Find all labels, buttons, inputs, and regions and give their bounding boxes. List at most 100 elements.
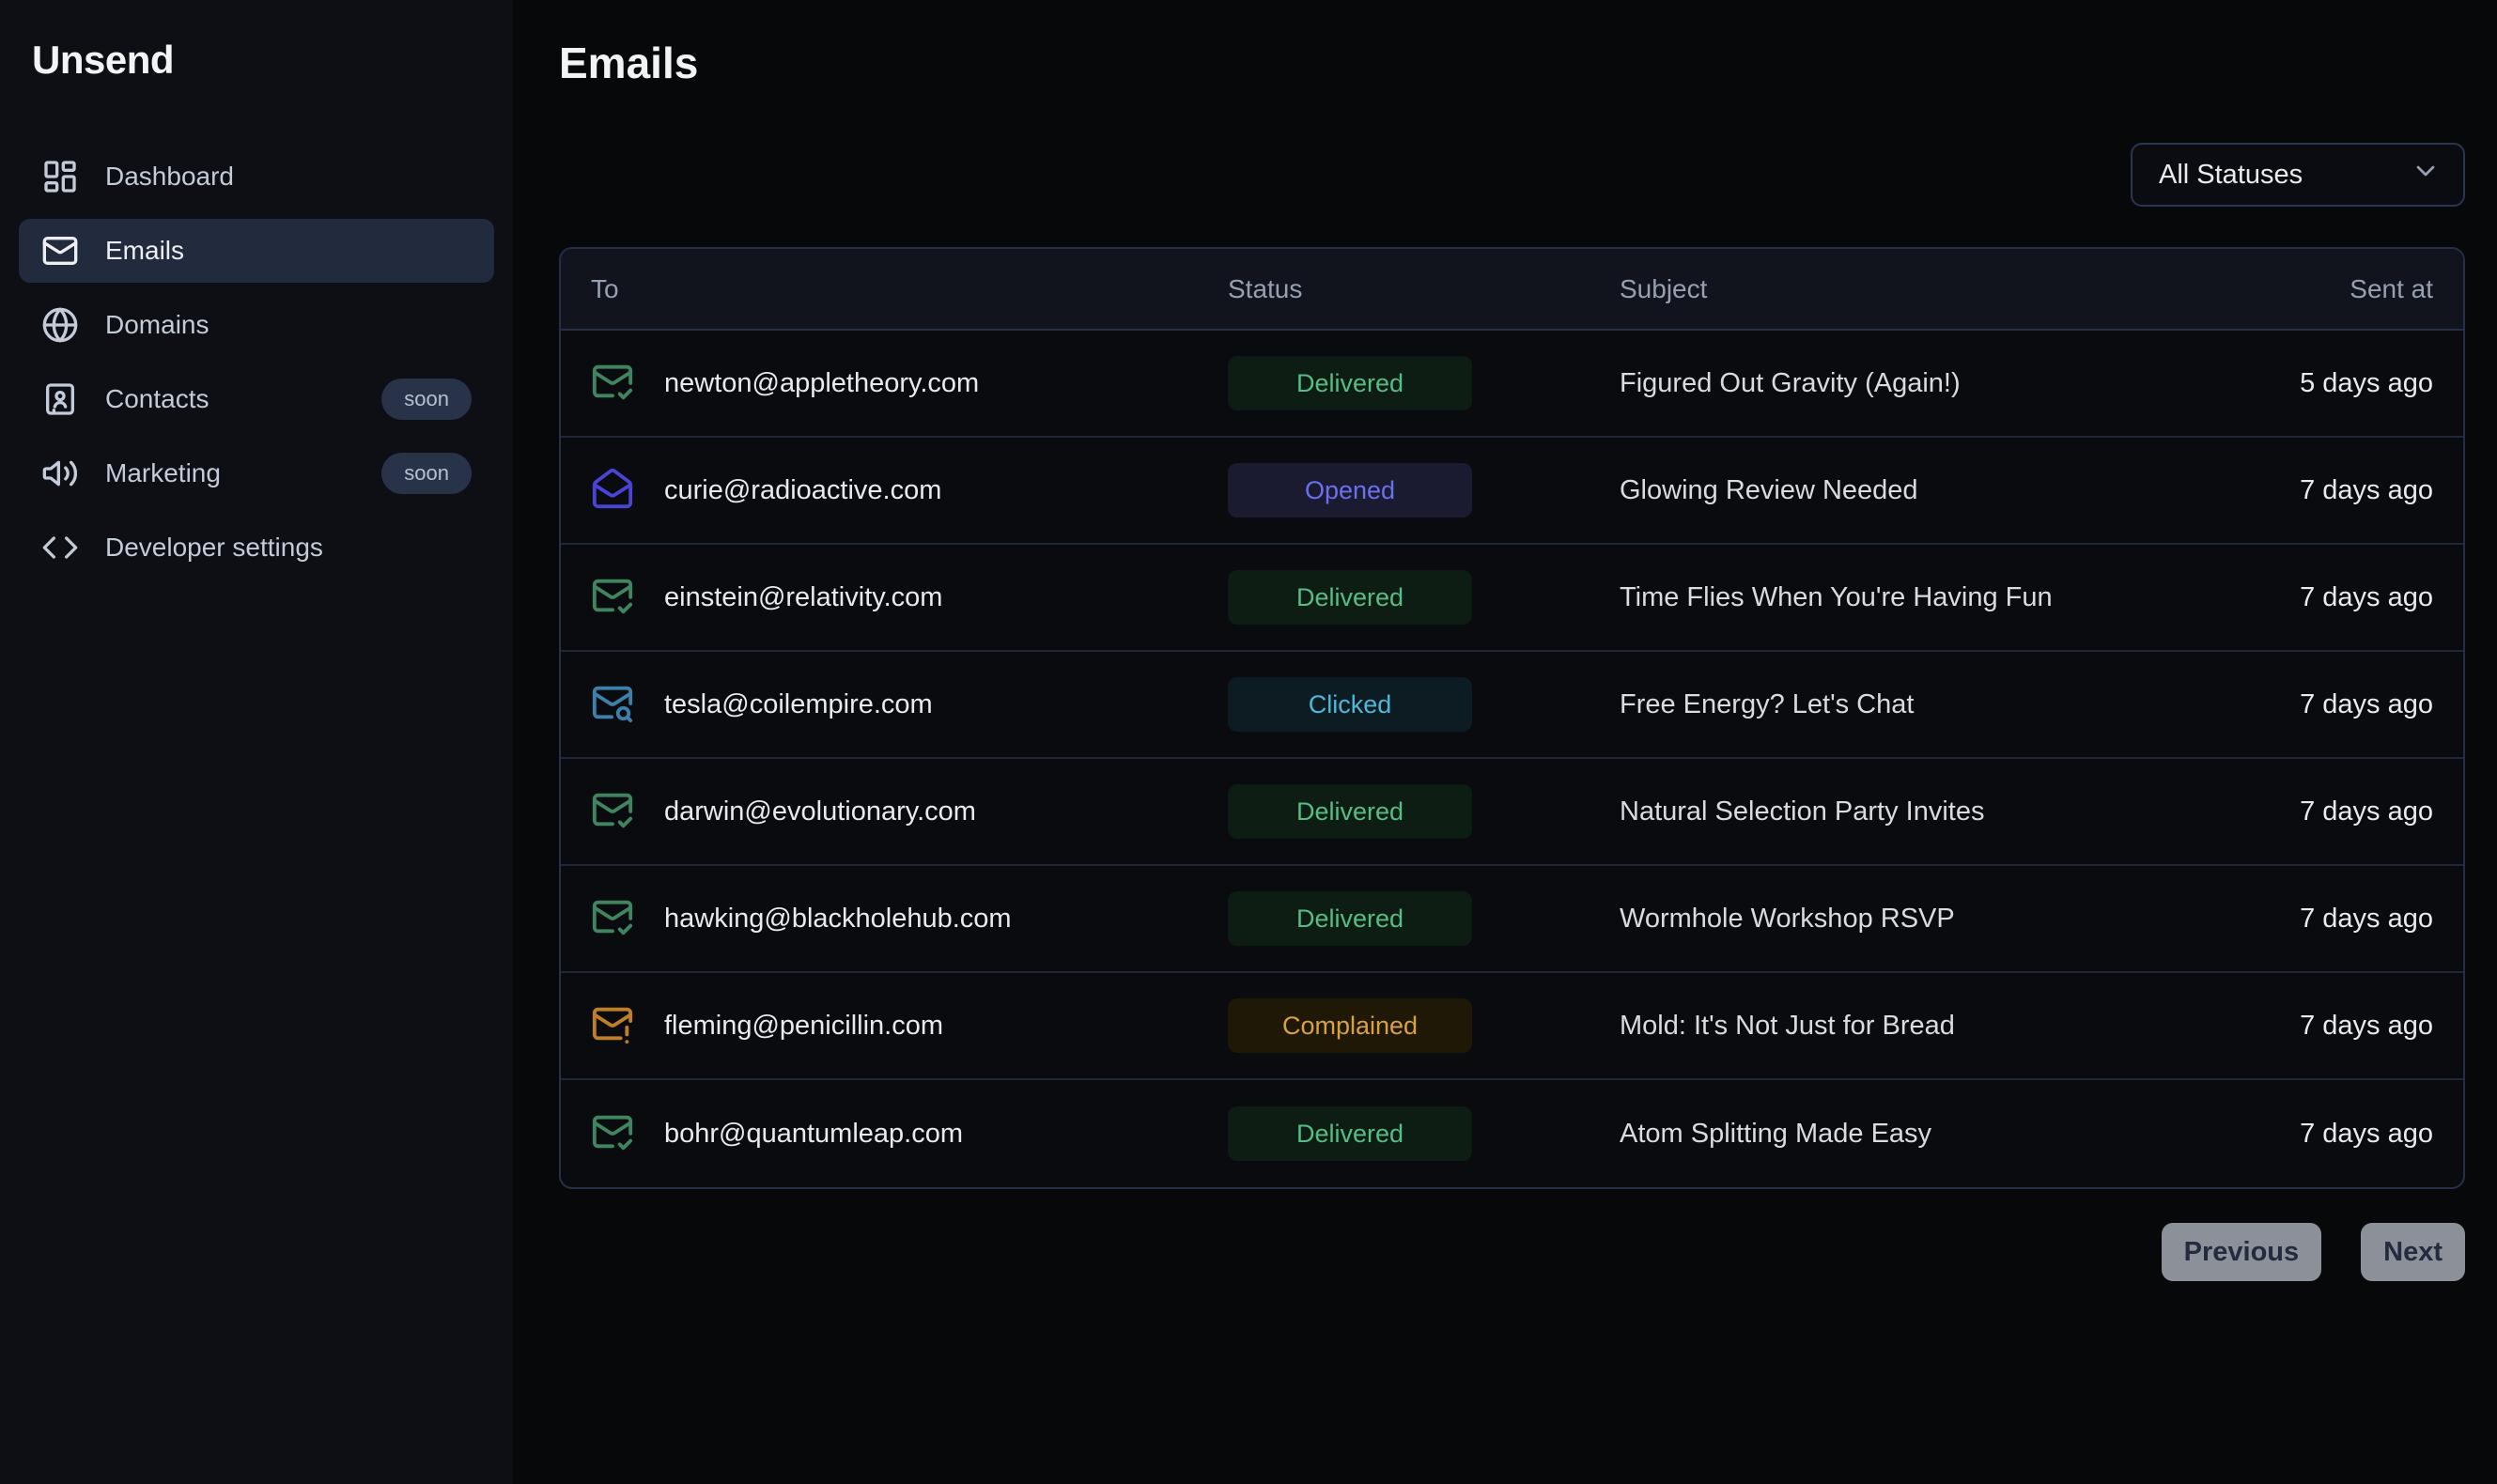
previous-button[interactable]: Previous: [2162, 1223, 2322, 1281]
sidebar-item-label: Domains: [105, 310, 209, 340]
toolbar: All Statuses: [559, 143, 2465, 207]
email-row[interactable]: hawking@blackholehub.com Delivered Wormhol…: [561, 866, 2463, 973]
app-window: Unsend Dashboard Emails Domains Contacts soo…: [0, 0, 2497, 1484]
subject-cell: Figured Out Gravity (Again!): [1620, 368, 2208, 399]
dashboard-icon: [41, 158, 79, 195]
status-badge: Delivered: [1228, 356, 1472, 410]
sidebar-nav: DashboardEmailsDomainsContactssoonMarket…: [19, 145, 494, 580]
sent-at-cell: 7 days ago: [2208, 1011, 2433, 1042]
subject-cell: Mold: It's Not Just for Bread: [1620, 1011, 2208, 1042]
to-cell: darwin@evolutionary.com: [591, 788, 1228, 836]
sent-at-cell: 7 days ago: [2208, 1119, 2433, 1150]
email-row[interactable]: einstein@relativity.com Delivered Time Fli…: [561, 545, 2463, 652]
recipient-email: einstein@relativity.com: [664, 582, 942, 613]
mail-check-icon: [591, 895, 634, 943]
email-row[interactable]: tesla@coilempire.comClickedFree Energy? …: [561, 652, 2463, 759]
status-cell: Opened: [1228, 463, 1620, 518]
app-logo: Unsend: [19, 38, 494, 83]
globe-icon: [41, 306, 79, 344]
table-body: newton@appletheory.com Delivered Figured O…: [561, 331, 2463, 1187]
recipient-email: bohr@quantumleap.com: [664, 1119, 963, 1150]
recipient-email: tesla@coilempire.com: [664, 689, 933, 720]
recipient-email: curie@radioactive.com: [664, 475, 941, 506]
recipient-email: newton@appletheory.com: [664, 368, 979, 399]
sidebar-item-contacts[interactable]: Contacts soon: [19, 367, 494, 431]
status-badge: Delivered: [1228, 891, 1472, 946]
sent-at-cell: 5 days ago: [2208, 368, 2433, 399]
status-badge: Delivered: [1228, 784, 1472, 839]
soon-badge: soon: [381, 379, 472, 420]
mail-check-icon: [591, 574, 634, 622]
sent-at-cell: 7 days ago: [2208, 475, 2433, 506]
soon-badge: soon: [381, 453, 472, 494]
email-row[interactable]: darwin@evolutionary.com Delivered Natural …: [561, 759, 2463, 866]
sent-at-cell: 7 days ago: [2208, 796, 2433, 827]
status-cell: Clicked: [1228, 677, 1620, 732]
sent-at-cell: 7 days ago: [2208, 582, 2433, 613]
status-badge: Complained: [1228, 998, 1472, 1053]
sent-at-cell: 7 days ago: [2208, 904, 2433, 935]
email-row[interactable]: newton@appletheory.com Delivered Figured O…: [561, 331, 2463, 438]
sidebar-item-emails[interactable]: Emails: [19, 219, 494, 283]
mail-open-icon: [591, 467, 634, 515]
chevron-down-icon: [2411, 156, 2441, 193]
column-header-subject: Subject: [1620, 274, 2208, 304]
status-cell: Delivered: [1228, 891, 1620, 946]
to-cell: hawking@blackholehub.com: [591, 895, 1228, 943]
sidebar-item-developer-settings[interactable]: Developer settings: [19, 516, 494, 580]
pagination: Previous Next: [559, 1223, 2465, 1281]
column-header-to: To: [591, 274, 1228, 304]
sidebar-item-label: Emails: [105, 236, 184, 266]
mail-check-icon: [591, 1110, 634, 1158]
column-header-status: Status: [1228, 274, 1620, 304]
status-badge: Opened: [1228, 463, 1472, 518]
emails-table: To Status Subject Sent at newton@appleth…: [559, 247, 2465, 1189]
subject-cell: Wormhole Workshop RSVP: [1620, 904, 2208, 935]
status-cell: Delivered: [1228, 356, 1620, 410]
sent-at-cell: 7 days ago: [2208, 689, 2433, 720]
status-cell: Delivered: [1228, 1106, 1620, 1161]
status-cell: Delivered: [1228, 784, 1620, 839]
megaphone-icon: [41, 455, 79, 492]
sidebar-item-domains[interactable]: Domains: [19, 293, 494, 357]
status-filter-dropdown[interactable]: All Statuses: [2131, 143, 2465, 207]
subject-cell: Atom Splitting Made Easy: [1620, 1119, 2208, 1150]
subject-cell: Glowing Review Needed: [1620, 475, 2208, 506]
status-filter-value: All Statuses: [2159, 160, 2303, 191]
to-cell: curie@radioactive.com: [591, 467, 1228, 515]
sidebar-item-label: Dashboard: [105, 162, 234, 192]
recipient-email: hawking@blackholehub.com: [664, 904, 1012, 935]
email-row[interactable]: curie@radioactive.com Opened Glowing Revie…: [561, 438, 2463, 545]
column-header-sent-at: Sent at: [2208, 274, 2433, 304]
to-cell: newton@appletheory.com: [591, 360, 1228, 408]
status-badge: Clicked: [1228, 677, 1472, 732]
code-icon: [41, 529, 79, 566]
subject-cell: Natural Selection Party Invites: [1620, 796, 2208, 827]
mail-warning-icon: [591, 1002, 634, 1050]
sidebar-item-label: Contacts: [105, 384, 209, 414]
mail-icon: [41, 232, 79, 270]
page-title: Emails: [559, 38, 2465, 88]
email-row[interactable]: fleming@penicillin.com Complained Mold: It…: [561, 973, 2463, 1080]
sidebar-item-label: Marketing: [105, 458, 221, 488]
sidebar: Unsend Dashboard Emails Domains Contacts soo…: [0, 0, 513, 1484]
subject-cell: Time Flies When You're Having Fun: [1620, 582, 2208, 613]
sidebar-item-dashboard[interactable]: Dashboard: [19, 145, 494, 209]
main-content: Emails All Statuses To Status Subject Se…: [513, 0, 2497, 1484]
email-row[interactable]: bohr@quantumleap.com Delivered Atom Splitt…: [561, 1080, 2463, 1187]
contact-book-icon: [41, 380, 79, 418]
recipient-email: fleming@penicillin.com: [664, 1011, 943, 1042]
mail-search-icon: [591, 681, 634, 729]
to-cell: fleming@penicillin.com: [591, 1002, 1228, 1050]
status-badge: Delivered: [1228, 570, 1472, 625]
to-cell: tesla@coilempire.com: [591, 681, 1228, 729]
next-button[interactable]: Next: [2361, 1223, 2465, 1281]
mail-check-icon: [591, 360, 634, 408]
to-cell: einstein@relativity.com: [591, 574, 1228, 622]
recipient-email: darwin@evolutionary.com: [664, 796, 976, 827]
status-cell: Delivered: [1228, 570, 1620, 625]
status-badge: Delivered: [1228, 1106, 1472, 1161]
mail-check-icon: [591, 788, 634, 836]
to-cell: bohr@quantumleap.com: [591, 1110, 1228, 1158]
sidebar-item-marketing[interactable]: Marketing soon: [19, 441, 494, 505]
